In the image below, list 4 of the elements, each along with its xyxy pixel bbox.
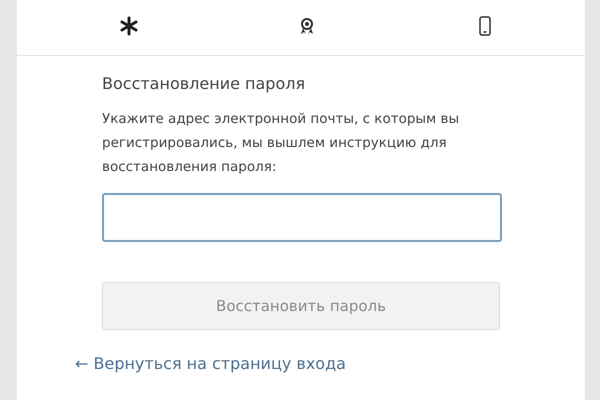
email-field[interactable] (102, 193, 502, 242)
form-title: Восстановление пароля (102, 74, 306, 93)
back-to-login-link[interactable]: ← Вернуться на страницу входа (75, 354, 346, 373)
instruction-text: Укажите адрес электронной почты, с которым вы регистрировались, мы вышлем инструкцию для восстановления пароля: (102, 110, 460, 177)
